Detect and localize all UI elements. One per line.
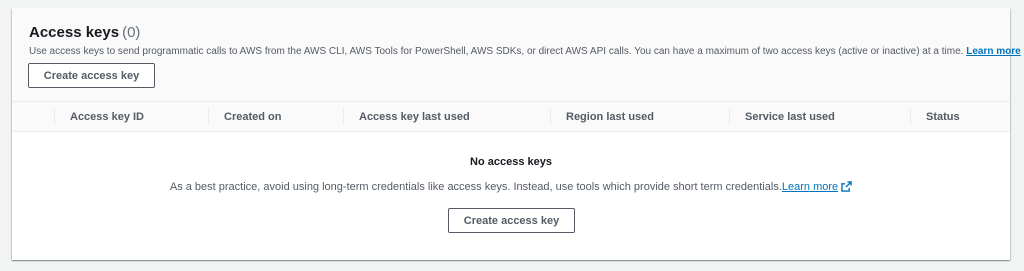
access-key-count: (0): [122, 24, 141, 41]
column-header-region-last-used[interactable]: Region last used: [566, 102, 654, 131]
panel-header: Access keys (0) Use access keys to send p…: [12, 8, 1024, 102]
panel-title-text: Access keys: [29, 24, 120, 41]
empty-state-message: As a best practice, avoid using long-ter…: [169, 181, 782, 193]
learn-more-link[interactable]: Learn more: [966, 46, 1024, 57]
table-header: Access key ID Created on Access key last…: [12, 102, 1010, 132]
column-header-created-on[interactable]: Created on: [224, 102, 281, 131]
column-header-service-last-used[interactable]: Service last used: [745, 102, 835, 131]
column-separator: [729, 108, 730, 125]
column-separator: [54, 108, 55, 125]
panel-description: Use access keys to send programmatic cal…: [29, 45, 1024, 59]
empty-state-learn-more-link[interactable]: Learn more: [782, 181, 852, 193]
create-access-key-button[interactable]: Create access key: [28, 63, 155, 88]
empty-state-title: No access keys: [470, 156, 552, 168]
column-separator: [550, 108, 551, 125]
column-separator: [910, 108, 911, 125]
column-header-access-key-id[interactable]: Access key ID: [70, 102, 144, 131]
access-keys-panel: Access keys (0) Use access keys to send p…: [12, 8, 1024, 260]
column-header-status[interactable]: Status: [926, 102, 960, 131]
column-separator: [208, 108, 209, 125]
empty-state-text: As a best practice, avoid using long-ter…: [12, 181, 1010, 193]
empty-state-learn-more-label: Learn more: [781, 181, 839, 193]
panel-title: Access keys (0): [29, 23, 140, 43]
learn-more-label: Learn more: [966, 46, 1021, 57]
column-separator: [343, 108, 344, 125]
column-header-access-key-last-used[interactable]: Access key last used: [359, 102, 470, 131]
empty-state-create-access-key-button[interactable]: Create access key: [448, 208, 575, 233]
external-link-icon: [841, 181, 852, 192]
panel-description-text: Use access keys to send programmatic cal…: [29, 46, 964, 57]
